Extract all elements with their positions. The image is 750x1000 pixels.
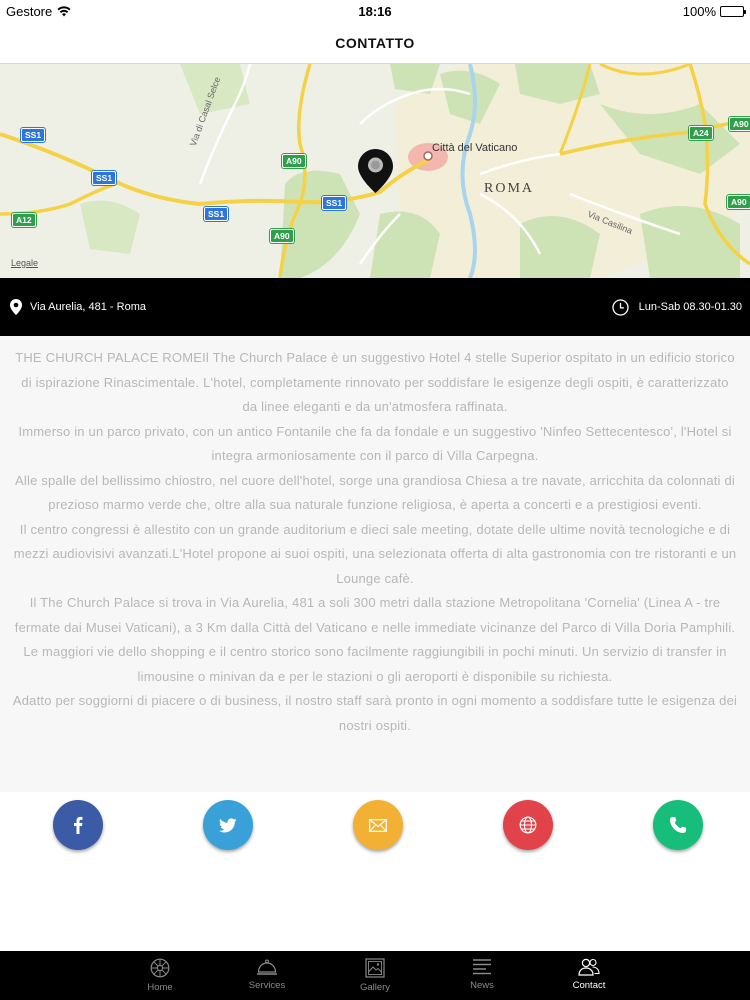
road-shield: A90	[727, 192, 750, 210]
tab-label: News	[470, 980, 494, 991]
map-legal-link[interactable]: Legale	[11, 258, 38, 268]
contact-info-bar: Via Aurelia, 481 - Roma Lun-Sab 08.30-01…	[0, 278, 750, 336]
phone-icon	[670, 817, 686, 833]
tab-contact[interactable]: Contact	[554, 951, 624, 1000]
road-shield: A90	[282, 151, 306, 169]
park-area	[80, 200, 140, 254]
description-paragraph: Alle spalle del bellissimo chiostro, nel…	[15, 472, 735, 513]
address-text: Via Aurelia, 481 - Roma	[30, 301, 146, 313]
road-shield: A90	[729, 114, 750, 132]
clock: 18:16	[358, 4, 392, 19]
envelope-icon	[369, 818, 387, 832]
tab-gallery[interactable]: Gallery	[340, 951, 410, 1000]
tab-services[interactable]: Services	[232, 951, 302, 1000]
navigation-bar: CONTATTO	[0, 22, 750, 64]
tab-label: Gallery	[359, 982, 391, 993]
wheel-icon	[150, 958, 170, 978]
battery-icon	[720, 6, 746, 17]
location-pin-icon[interactable]	[357, 148, 394, 194]
globe-icon	[519, 816, 537, 834]
vatican-marker	[423, 151, 433, 161]
road-shield: A24	[689, 123, 713, 141]
hours-info: Lun-Sab 08.30-01.30	[611, 278, 742, 336]
road-shield: SS1	[21, 125, 46, 143]
status-bar: Gestore 18:16 100%	[0, 0, 750, 22]
hotel-description: THE CHURCH PALACE ROMEIl The Church Pala…	[0, 336, 750, 792]
description-paragraph: THE CHURCH PALACE ROMEIl The Church Pala…	[15, 350, 735, 414]
news-lines-icon	[473, 959, 491, 975]
service-bell-icon	[257, 959, 277, 975]
description-paragraph: Il centro congressi è allestito con un g…	[13, 521, 737, 586]
people-icon	[578, 958, 600, 976]
road-shield: A12	[12, 210, 36, 228]
battery-percent: 100%	[682, 4, 716, 19]
map-label-vatican: Città del Vaticano	[432, 142, 518, 154]
tab-home[interactable]: Home	[125, 951, 195, 1000]
tab-label: Home	[147, 982, 173, 993]
map-view[interactable]: SS1 SS1 SS1 SS1 A90 A90 A12 A24 A90 A90 …	[0, 64, 750, 278]
facebook-button[interactable]	[53, 800, 103, 850]
description-paragraph: Immerso in un parco privato, con un anti…	[18, 423, 732, 464]
picture-icon	[365, 958, 385, 978]
twitter-icon	[219, 817, 237, 832]
tab-label: Services	[248, 980, 286, 991]
twitter-button[interactable]	[203, 800, 253, 850]
clock-icon	[611, 298, 629, 316]
map-marker-icon	[10, 299, 22, 315]
description-paragraph: Adatto per soggiorni di piacere o di bus…	[12, 693, 738, 733]
tab-label: Contact	[572, 980, 606, 991]
battery-status: 100%	[682, 4, 746, 19]
description-paragraph: Il The Church Palace si trova in Via Aur…	[14, 595, 736, 684]
address-info: Via Aurelia, 481 - Roma	[10, 278, 146, 336]
road-shield: A90	[270, 226, 294, 244]
social-buttons	[0, 800, 750, 850]
hours-text: Lun-Sab 08.30-01.30	[638, 301, 742, 313]
facebook-icon	[74, 816, 83, 834]
phone-button[interactable]	[653, 800, 703, 850]
road-shield: SS1	[92, 168, 117, 186]
page-title: CONTATTO	[335, 34, 415, 51]
map-label-roma: ROMA	[484, 181, 535, 196]
road-shield: SS1	[322, 193, 347, 211]
tab-news[interactable]: News	[447, 951, 517, 1000]
website-button[interactable]	[503, 800, 553, 850]
road-shield: SS1	[204, 204, 229, 222]
tab-bar: Home Services Gallery News Contact	[0, 951, 750, 1000]
email-button[interactable]	[353, 800, 403, 850]
